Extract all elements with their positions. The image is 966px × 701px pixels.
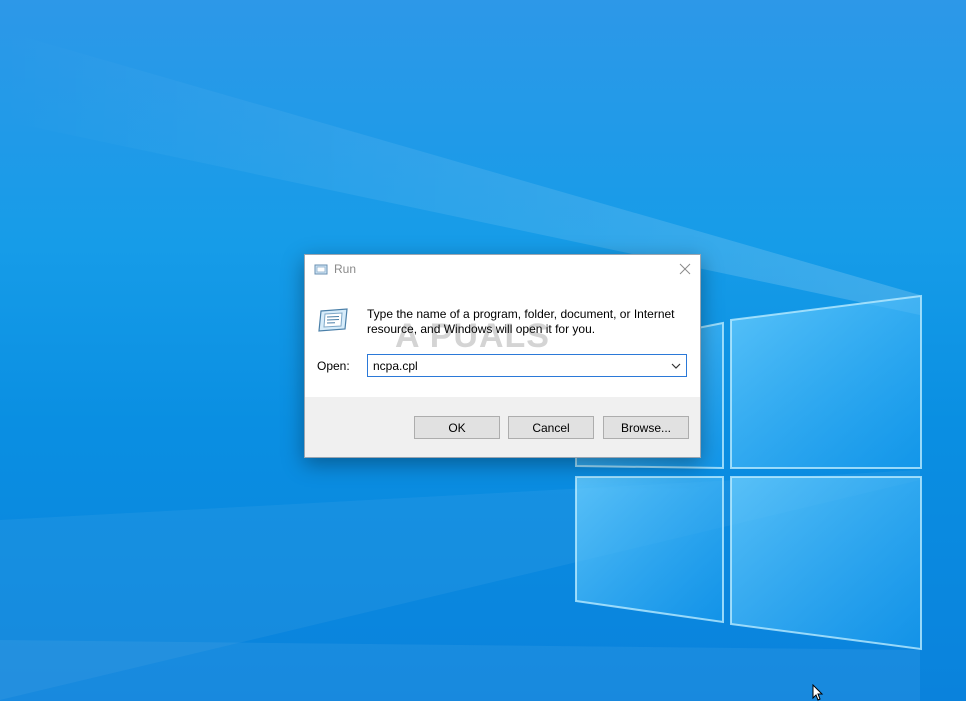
close-button[interactable] (670, 255, 700, 283)
open-combobox[interactable] (367, 354, 687, 377)
button-bar: OK Cancel Browse... (305, 397, 700, 457)
open-input[interactable] (368, 355, 664, 376)
ok-button[interactable]: OK (414, 416, 500, 439)
desktop: Run Type the name of a program, folder, … (0, 0, 966, 701)
dialog-description: Type the name of a program, folder, docu… (367, 307, 675, 336)
dialog-title: Run (334, 262, 357, 276)
browse-button[interactable]: Browse... (603, 416, 689, 439)
run-dialog: Run Type the name of a program, folder, … (304, 254, 701, 458)
mouse-pointer-icon (812, 684, 824, 701)
open-label: Open: (317, 359, 350, 373)
run-icon (318, 308, 348, 332)
close-icon (679, 263, 691, 275)
cancel-button[interactable]: Cancel (508, 416, 594, 439)
open-dropdown-button[interactable] (666, 355, 686, 376)
run-icon (314, 264, 328, 275)
chevron-down-icon (671, 363, 681, 369)
title-bar[interactable]: Run (305, 255, 700, 285)
